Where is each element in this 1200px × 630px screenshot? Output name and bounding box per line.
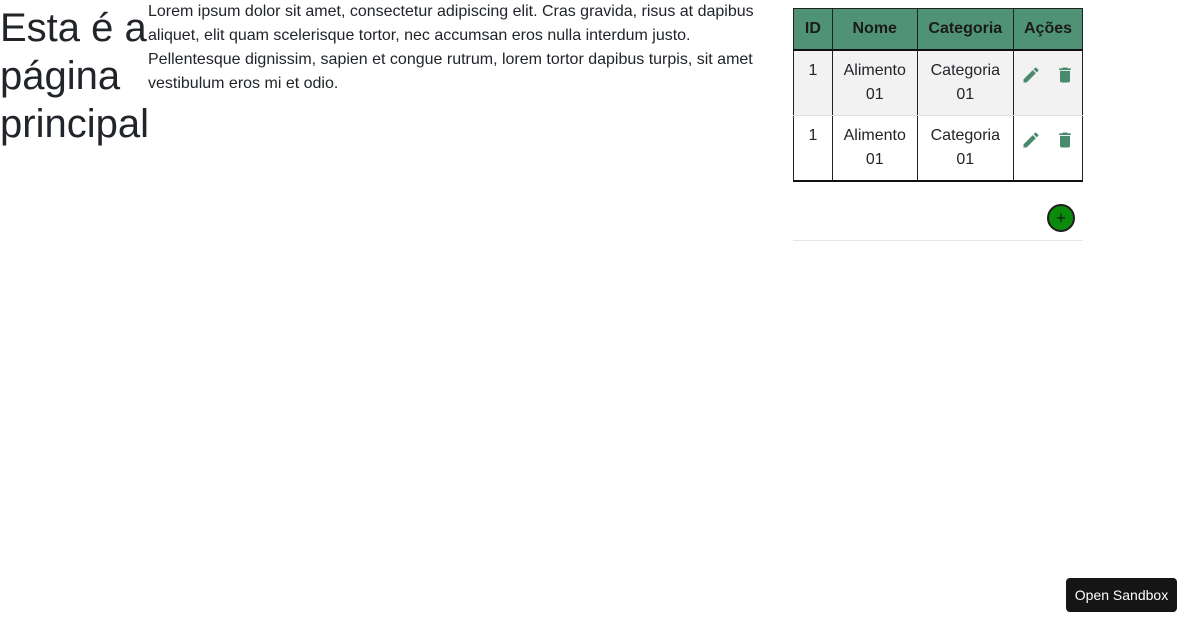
page-title: Esta é a página principal [0, 6, 149, 146]
table-body: 1 Alimento 01 Categoria 01 1 Alimento 01… [793, 50, 1083, 182]
row-actions [1021, 124, 1075, 150]
column-header-categoria: Categoria [916, 8, 1015, 51]
cell-categoria: Categoria 01 [916, 50, 1015, 116]
page: Esta é a página principal Lorem ipsum do… [0, 0, 1200, 630]
cell-acoes [1013, 50, 1083, 116]
pencil-icon[interactable] [1021, 130, 1041, 150]
pencil-icon[interactable] [1021, 65, 1041, 85]
open-sandbox-button[interactable]: Open Sandbox [1066, 578, 1177, 612]
cell-nome: Alimento 01 [831, 50, 918, 116]
intro-paragraph: Lorem ipsum dolor sit amet, consectetur … [148, 3, 754, 92]
food-table-container: ID Nome Categoria Ações 1 Alimento 01 Ca… [793, 8, 1083, 241]
trash-icon[interactable] [1055, 65, 1075, 85]
cell-nome: Alimento 01 [831, 115, 918, 182]
cell-categoria: Categoria 01 [916, 115, 1015, 182]
column-header-id: ID [793, 8, 833, 51]
trash-icon[interactable] [1055, 130, 1075, 150]
table-row: 1 Alimento 01 Categoria 01 [793, 115, 1083, 182]
column-header-nome: Nome [831, 8, 918, 51]
table-head: ID Nome Categoria Ações [793, 8, 1083, 51]
food-table: ID Nome Categoria Ações 1 Alimento 01 Ca… [793, 8, 1083, 182]
row-actions [1021, 59, 1075, 85]
table-header-row: ID Nome Categoria Ações [793, 8, 1083, 51]
add-item-button[interactable]: + [1047, 204, 1075, 232]
table-footer: + [793, 182, 1083, 241]
cell-acoes [1013, 115, 1083, 182]
cell-id: 1 [793, 50, 833, 116]
column-header-acoes: Ações [1013, 8, 1083, 51]
table-row: 1 Alimento 01 Categoria 01 [793, 50, 1083, 116]
cell-id: 1 [793, 115, 833, 182]
